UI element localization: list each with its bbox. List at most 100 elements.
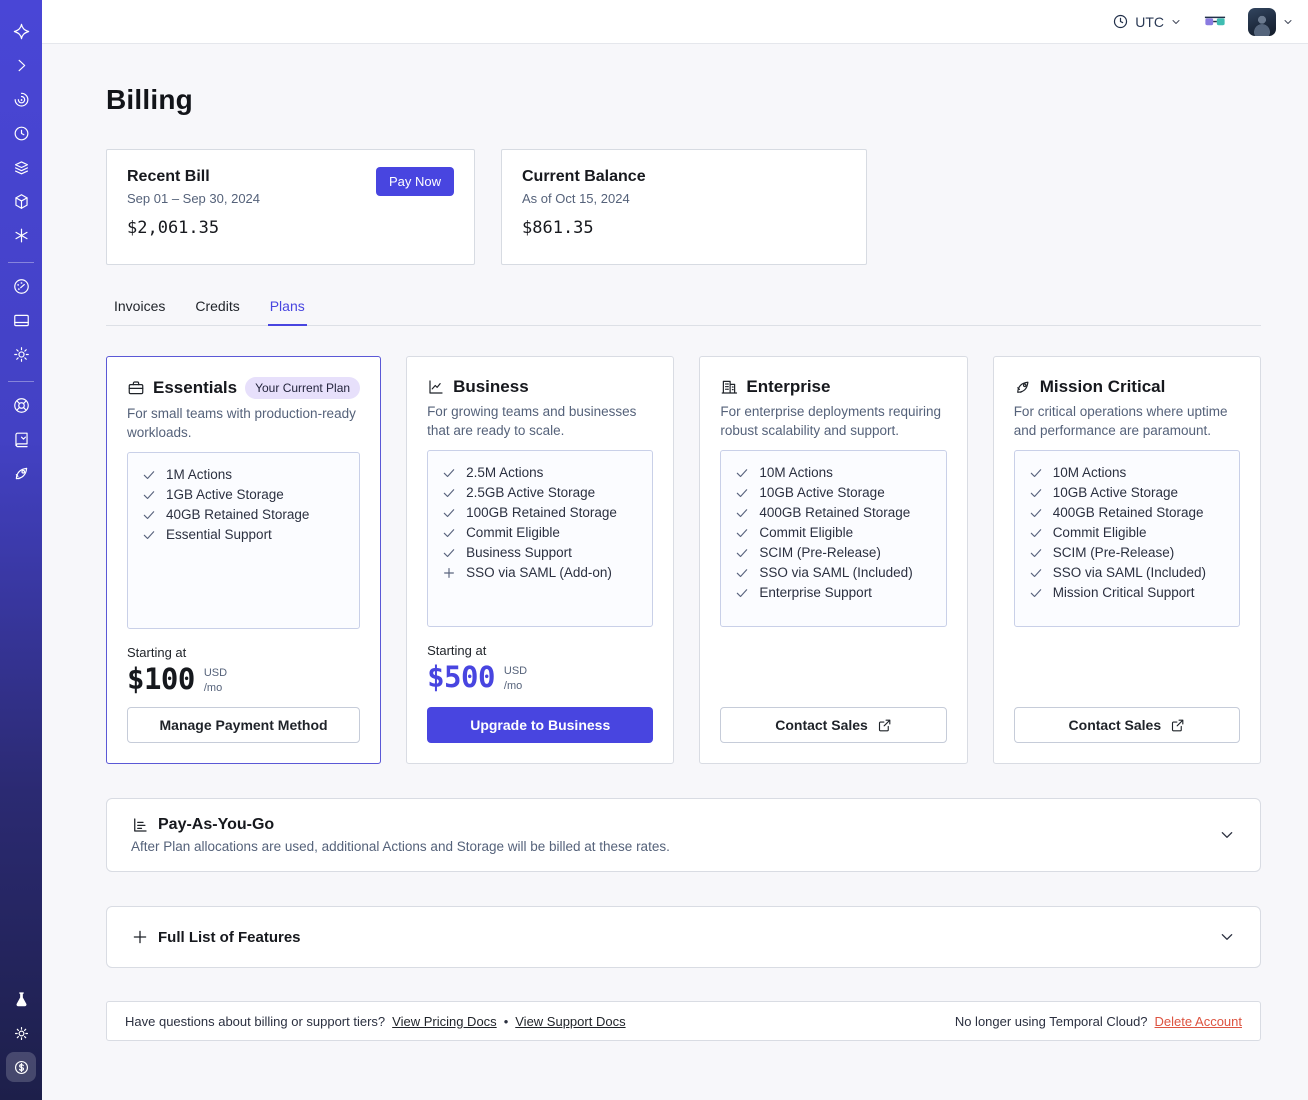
plan-description: For enterprise deployments requiring rob… <box>720 404 941 439</box>
card-icon[interactable] <box>6 305 36 335</box>
chevron-right-icon[interactable] <box>6 50 36 80</box>
book-icon[interactable] <box>6 424 36 454</box>
plan-feature: 10GB Active Storage <box>735 485 931 500</box>
plan-features: 1M Actions 1GB Active Storage 40GB Retai… <box>127 452 361 629</box>
tab-invoices[interactable]: Invoices <box>112 292 167 326</box>
current-balance-card: Current Balance As of Oct 15, 2024 $861.… <box>501 149 867 265</box>
cube-icon[interactable] <box>6 186 36 216</box>
sidebar-divider <box>8 262 34 263</box>
plan-name: Essentials <box>153 378 238 397</box>
dollar-coin-icon[interactable] <box>6 1052 36 1082</box>
rocket-icon <box>1016 381 1029 393</box>
plan-feature: 10GB Active Storage <box>1029 485 1225 500</box>
timezone-selector[interactable]: UTC <box>1112 13 1182 30</box>
pricing-docs-link[interactable]: View Pricing Docs <box>392 1014 497 1029</box>
chevron-down-icon[interactable] <box>1219 827 1235 843</box>
rates-chart-icon <box>134 818 147 832</box>
glasses-icon[interactable] <box>1204 15 1226 29</box>
gear-icon[interactable] <box>6 339 36 369</box>
current-balance-amount: $861.35 <box>522 218 594 238</box>
footer-question: Have questions about billing or support … <box>125 1013 386 1029</box>
check-icon <box>737 508 748 517</box>
plan-feature: 1M Actions <box>142 467 345 482</box>
support-docs-link[interactable]: View Support Docs <box>515 1014 625 1029</box>
plan-feature: Commit Eligible <box>735 525 931 540</box>
plans-grid: Essentials Your Current Plan For small t… <box>106 356 1261 764</box>
contact-sales-button[interactable]: Contact Sales <box>1013 707 1240 743</box>
user-menu[interactable] <box>1248 7 1294 36</box>
pay-now-button[interactable]: Pay Now <box>375 167 454 196</box>
temporal-logo-icon[interactable] <box>6 16 36 46</box>
tab-credits[interactable]: Credits <box>193 292 241 326</box>
plan-feature: Essential Support <box>142 527 345 542</box>
plan-features: 10M Actions 10GB Active Storage 400GB Re… <box>720 450 947 627</box>
plan-feature: SSO via SAML (Included) <box>1029 565 1225 580</box>
plus-icon <box>133 930 147 944</box>
check-icon <box>443 488 455 497</box>
plan-feature: Enterprise Support <box>735 585 931 600</box>
topbar: UTC <box>42 0 1308 44</box>
check-icon <box>737 588 748 597</box>
check-icon <box>737 488 748 497</box>
delete-account-link[interactable]: Delete Account <box>1155 1014 1242 1029</box>
plan-card-essentials: Essentials Your Current Plan For small t… <box>106 356 382 764</box>
billing-tabs: Invoices Credits Plans <box>106 292 1261 326</box>
plan-description: For growing teams and businesses that ar… <box>427 404 637 439</box>
plan-feature: 2.5M Actions <box>442 465 638 480</box>
plan-feature: SSO via SAML (Included) <box>735 565 931 580</box>
layers-icon[interactable] <box>6 152 36 182</box>
plan-name: Enterprise <box>746 377 831 396</box>
check-icon <box>1030 568 1041 577</box>
recent-bill-amount: $2,061.35 <box>127 218 220 238</box>
payg-title: Pay-As-You-Go <box>158 816 275 833</box>
plan-feature: 100GB Retained Storage <box>442 505 638 520</box>
plan-card-business: Business For growing teams and businesse… <box>406 356 675 764</box>
sun-icon[interactable] <box>6 1018 36 1048</box>
life-ring-icon[interactable] <box>6 390 36 420</box>
plan-price: $100 <box>127 662 195 696</box>
plan-description: For critical operations where uptime and… <box>1013 404 1228 439</box>
check-icon <box>443 548 455 557</box>
spiral-icon[interactable] <box>6 84 36 114</box>
plan-name: Business <box>453 377 529 396</box>
asterisk-icon[interactable] <box>6 220 36 250</box>
sidebar-divider <box>8 381 34 382</box>
check-icon <box>1030 488 1041 497</box>
plan-feature: SCIM (Pre-Release) <box>1029 545 1225 560</box>
plan-description: For small teams with production-ready wo… <box>127 406 356 441</box>
manage-payment-button[interactable]: Manage Payment Method <box>127 707 361 743</box>
rocket-icon[interactable] <box>6 458 36 488</box>
tab-plans[interactable]: Plans <box>267 292 307 326</box>
plan-feature: 40GB Retained Storage <box>142 507 345 522</box>
payg-description: After Plan allocations are used, additio… <box>131 839 670 854</box>
sidebar <box>0 0 42 1100</box>
external-link-icon <box>1172 719 1184 731</box>
plan-feature: Business Support <box>442 545 638 560</box>
check-icon <box>737 568 748 577</box>
check-icon <box>1030 508 1041 517</box>
chart-icon <box>429 380 443 394</box>
flask-icon[interactable] <box>6 984 36 1014</box>
plan-feature: 400GB Retained Storage <box>1029 505 1225 520</box>
plan-pricing: Starting at $500 USD/mo <box>427 643 528 694</box>
check-icon <box>1030 468 1041 477</box>
chevron-down-icon[interactable] <box>1219 929 1235 945</box>
plan-feature: 2.5GB Active Storage <box>442 485 638 500</box>
payg-accordion[interactable]: Pay-As-You-Go After Plan allocations are… <box>106 798 1261 872</box>
gauge-icon[interactable] <box>6 271 36 301</box>
plan-features: 2.5M Actions 2.5GB Active Storage 100GB … <box>427 450 654 627</box>
clock-icon[interactable] <box>6 118 36 148</box>
billing-summary: Recent Bill Sep 01 – Sep 30, 2024 $2,061… <box>106 149 1261 265</box>
plan-card-enterprise: Enterprise For enterprise deployments re… <box>699 356 968 764</box>
check-icon <box>143 490 155 499</box>
check-icon <box>443 508 455 517</box>
contact-sales-button[interactable]: Contact Sales <box>720 707 947 743</box>
check-icon <box>443 468 455 477</box>
plan-name: Mission Critical <box>1039 377 1166 396</box>
current-balance-date: As of Oct 15, 2024 <box>522 191 630 206</box>
plan-feature: Commit Eligible <box>442 525 638 540</box>
features-accordion[interactable]: Full List of Features <box>106 906 1261 968</box>
upgrade-business-button[interactable]: Upgrade to Business <box>427 707 654 743</box>
current-plan-badge: Your Current Plan <box>245 377 361 399</box>
chevron-down-icon <box>1284 19 1292 24</box>
